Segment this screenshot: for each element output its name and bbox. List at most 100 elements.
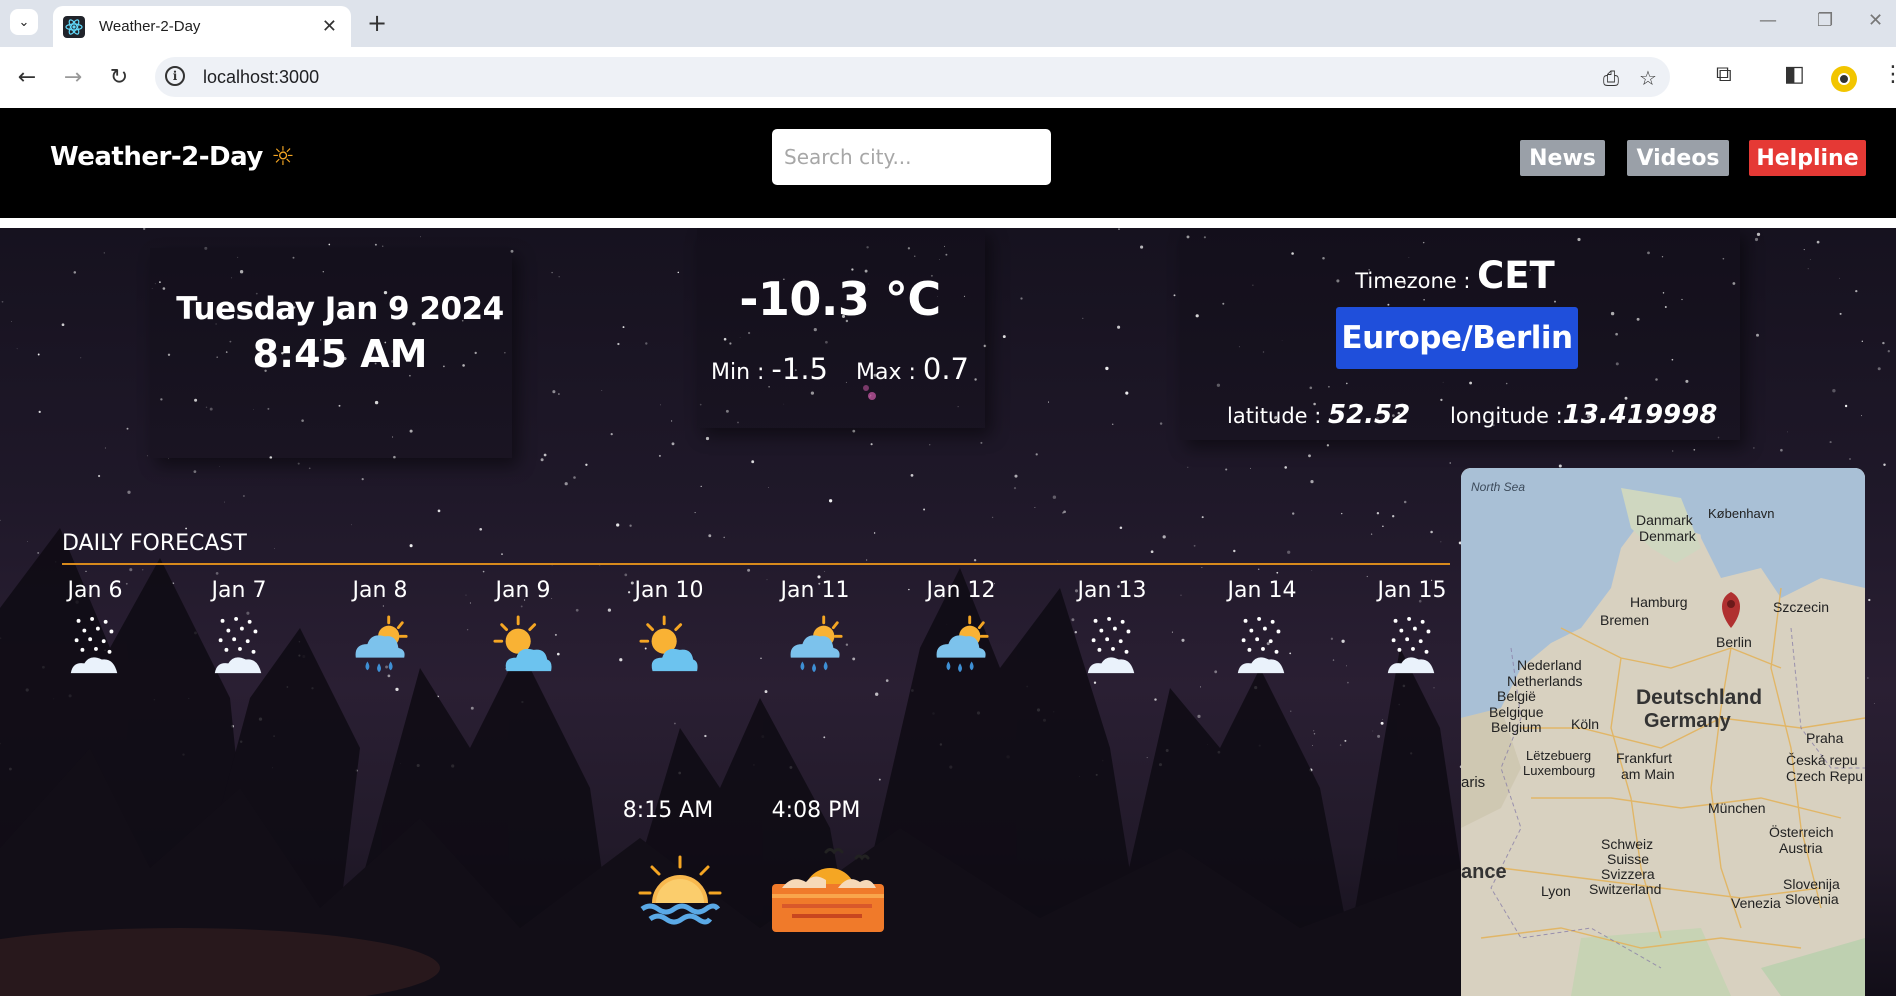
tab-search-button[interactable]: ⌄ — [10, 9, 38, 35]
minimize-icon[interactable]: — — [1759, 10, 1777, 31]
snow-icon — [1087, 616, 1135, 674]
forecast-divider — [62, 563, 1450, 565]
map-label: Slovenia — [1785, 891, 1839, 907]
map-label: België — [1497, 688, 1536, 704]
map-label: Netherlands — [1507, 673, 1583, 689]
snow-icon — [70, 616, 118, 674]
map-label: North Sea — [1471, 480, 1526, 494]
url-text[interactable]: localhost:3000 — [203, 67, 319, 88]
map-label: København — [1708, 506, 1775, 521]
forecast-day-label: Jan 9 — [495, 578, 551, 603]
map-label: Köln — [1571, 716, 1600, 732]
reload-icon[interactable]: ↻ — [104, 62, 134, 92]
forecast-day: Jan 8 — [325, 578, 435, 678]
forecast-day: Jan 12 — [906, 578, 1016, 678]
forecast-day-label: Jan 12 — [926, 578, 996, 603]
brand-logo[interactable]: Weather-2-Day ☼ — [50, 142, 295, 172]
new-tab-button[interactable]: + — [362, 8, 392, 38]
snow-icon — [214, 616, 262, 674]
longitude-label: longitude : — [1450, 404, 1563, 428]
map-label: Lyon — [1541, 883, 1571, 899]
header-divider — [0, 218, 1896, 228]
forward-arrow-icon[interactable]: → — [58, 62, 88, 92]
map-label: am Main — [1621, 766, 1675, 782]
min-value: -1.5 — [771, 352, 829, 386]
profile-avatar[interactable] — [1831, 66, 1857, 92]
region-badge: Europe/Berlin — [1336, 307, 1578, 369]
side-panel-icon[interactable]: ◧ — [1784, 62, 1805, 87]
forecast-heading: DAILY FORECAST — [62, 531, 247, 556]
forecast-day-label: Jan 10 — [634, 578, 704, 603]
install-app-icon[interactable]: ⎙ — [1603, 66, 1619, 90]
map-label: Czech Repu — [1786, 768, 1864, 784]
min-label: Min : — [710, 360, 772, 385]
current-temperature: -10.3 °C — [739, 272, 941, 326]
forecast-day: Jan 11 — [760, 578, 870, 678]
sun-rain-cloud-icon — [790, 615, 843, 673]
forecast-day: Jan 15 — [1357, 578, 1467, 678]
helpline-button[interactable]: Helpline — [1749, 140, 1866, 176]
map-label: Austria — [1779, 840, 1823, 856]
forecast-day: Jan 6 — [40, 578, 150, 678]
map-label: Belgium — [1491, 719, 1542, 735]
close-window-icon[interactable]: ✕ — [1868, 10, 1883, 31]
map-label: Suisse — [1607, 851, 1650, 867]
close-tab-icon[interactable]: ✕ — [322, 16, 337, 37]
extensions-icon[interactable]: ⧉ — [1716, 62, 1732, 87]
sun-rain-cloud-icon — [936, 615, 989, 673]
map-label: Danmark — [1636, 512, 1693, 528]
forecast-day-label: Jan 11 — [780, 578, 850, 603]
forecast-day-label: Jan 15 — [1377, 578, 1447, 603]
back-arrow-icon[interactable]: ← — [12, 62, 42, 92]
map-label: Österreich — [1769, 824, 1834, 840]
bookmark-star-icon[interactable]: ☆ — [1639, 66, 1657, 90]
menu-kebab-icon[interactable]: ⋮ — [1882, 62, 1896, 87]
map-label: Belgique — [1489, 704, 1544, 720]
max-value: 0.7 — [922, 352, 970, 386]
browser-toolbar: ← → ↻ i localhost:3000 ⎙ ☆ ⧉ ◧ ⋮ — [0, 47, 1896, 108]
map-label: München — [1708, 800, 1766, 816]
sun-rain-cloud-icon — [355, 615, 408, 673]
map-label: Česká repu — [1786, 752, 1858, 768]
react-logo-icon — [63, 15, 85, 38]
map-label: Hamburg — [1630, 594, 1688, 610]
forecast-day: Jan 14 — [1207, 578, 1317, 678]
map-label: Nederland — [1517, 657, 1582, 673]
timezone-value: CET — [1477, 254, 1555, 297]
sunset-time: 4:08 PM — [771, 798, 861, 823]
map-label: Venezia — [1731, 895, 1781, 911]
current-time: 8:45 AM — [252, 332, 428, 376]
snow-icon — [1387, 616, 1435, 674]
site-info-icon[interactable]: i — [165, 66, 185, 86]
browser-tab[interactable]: Weather-2-Day ✕ — [53, 6, 351, 47]
temperature-card — [697, 228, 985, 428]
map-label: Luxembourg — [1523, 763, 1596, 778]
sunrise-time: 8:15 AM — [622, 798, 714, 823]
videos-button[interactable]: Videos — [1627, 140, 1729, 176]
map-label: Switzerland — [1589, 881, 1662, 897]
map-label: Svizzera — [1601, 866, 1655, 882]
snow-icon — [1237, 616, 1285, 674]
city-search-input[interactable] — [772, 129, 1051, 185]
map-label: Slovenija — [1783, 876, 1840, 892]
current-date: Tuesday Jan 9 2024 — [176, 291, 504, 327]
map-label: Bremen — [1600, 612, 1650, 628]
news-button[interactable]: News — [1520, 140, 1605, 176]
forecast-day: Jan 7 — [184, 578, 294, 678]
forecast-day: Jan 9 — [468, 578, 578, 678]
map-label: Schweiz — [1601, 836, 1654, 852]
chevron-down-icon: ⌄ — [18, 14, 30, 30]
map-label: Germany — [1644, 710, 1731, 732]
min-max-temperature: Min : -1.5 Max : 0.7 — [690, 352, 990, 386]
latitude-label: latitude : — [1227, 404, 1328, 428]
map-label: Praha — [1806, 730, 1844, 746]
address-bar[interactable]: i localhost:3000 ⎙ ☆ — [155, 57, 1670, 97]
restore-icon[interactable]: ❐ — [1817, 10, 1833, 31]
longitude-value: 13.419998 — [1562, 400, 1718, 430]
forecast-day: Jan 10 — [614, 578, 724, 678]
partly-cloudy-icon — [493, 615, 552, 672]
location-map[interactable]: North Sea København Danmark Denmark Hamb… — [1461, 468, 1865, 996]
longitude: longitude :13.419998 — [1450, 400, 1717, 430]
brand-name: Weather-2-Day — [50, 142, 263, 172]
sunset-icon — [772, 848, 884, 932]
